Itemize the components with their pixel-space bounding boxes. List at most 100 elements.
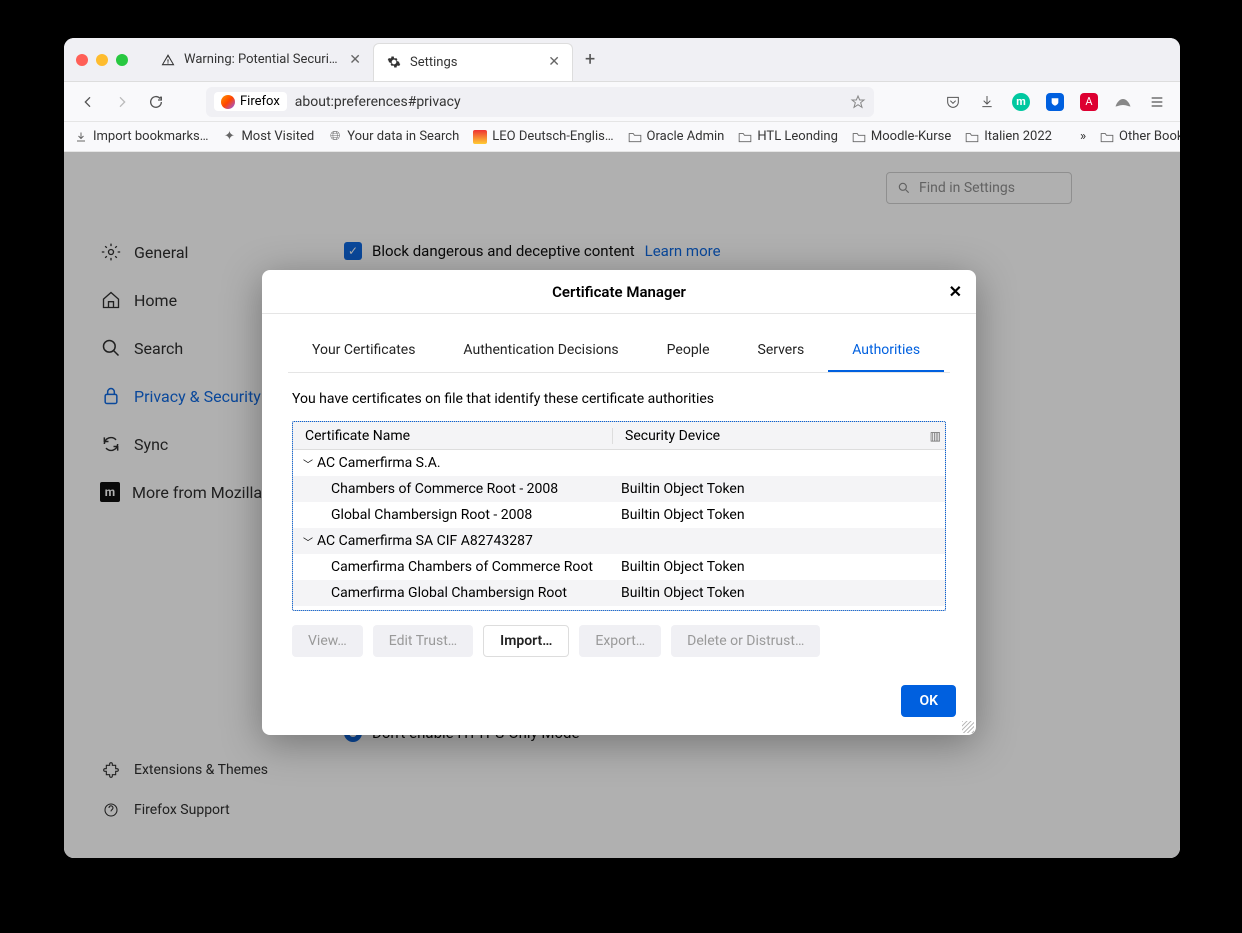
cert-group-row[interactable]: ﹀AC Camerfirma S.A. [293,450,945,476]
delete-button[interactable]: Delete or Distrust… [671,625,820,657]
bookmark-label: Your data in Search [347,129,459,144]
firefox-badge: Firefox [214,92,287,111]
chevron-down-icon[interactable]: ﹀ [301,534,315,549]
tab-settings[interactable]: Settings ✕ [373,43,573,81]
cert-device: Builtin Object Token [621,585,745,601]
bookmark-label: Other Bookmarks [1119,129,1180,144]
bookmark-import[interactable]: Import bookmarks… [74,129,208,144]
chevron-down-icon[interactable]: ﹀ [301,456,315,471]
chevron-right-icon: » [1080,129,1086,144]
dialog-body: You have certificates on file that ident… [262,373,976,669]
extension-icon[interactable] [1110,89,1136,115]
dialog-footer: OK [262,669,976,735]
column-header-name[interactable]: Certificate Name [293,428,613,444]
badge-label: Firefox [240,94,280,109]
back-button[interactable] [74,88,102,116]
minimize-window-button[interactable] [96,54,108,66]
pocket-icon[interactable] [940,89,966,115]
dialog-tabs: Your Certificates Authentication Decisio… [288,330,950,373]
toolbar-icons: m A [940,89,1170,115]
url-text: about:preferences#privacy [295,94,461,110]
resize-handle-icon[interactable] [962,721,974,733]
globe-icon: 🌐︎ [328,130,342,144]
bookmark-oracle[interactable]: Oracle Admin [628,129,725,144]
extension-angular-icon[interactable]: A [1076,89,1102,115]
bookmark-label: HTL Leonding [757,129,838,144]
titlebar: Warning: Potential Security Risk ✕ Setti… [64,38,1180,82]
cert-row[interactable]: Camerfirma Global Chambersign Root Built… [293,580,945,606]
new-tab-button[interactable]: + [573,49,607,70]
folder-icon [1100,130,1114,144]
bookmarks-bar: Import bookmarks… ✦Most Visited 🌐︎ Your d… [64,122,1180,152]
account-icon[interactable]: m [1008,89,1034,115]
view-button[interactable]: View… [292,625,363,657]
bookmark-label: Oracle Admin [647,129,725,144]
navigation-bar: Firefox about:preferences#privacy m A [64,82,1180,122]
close-tab-icon[interactable]: ✕ [548,54,560,70]
extension-bitwarden-icon[interactable] [1042,89,1068,115]
tab-your-certs[interactable]: Your Certificates [288,330,439,372]
tab-strip: Warning: Potential Security Risk ✕ Setti… [148,38,607,81]
reload-button[interactable] [142,88,170,116]
export-button[interactable]: Export… [579,625,661,657]
column-picker-icon[interactable]: ▥ [930,429,941,443]
forward-button[interactable] [108,88,136,116]
tab-label: Settings [410,55,540,70]
dialog-header: Certificate Manager ✕ [262,270,976,314]
bookmark-star-icon[interactable] [850,94,866,110]
maximize-window-button[interactable] [116,54,128,66]
dialog-description: You have certificates on file that ident… [292,391,946,407]
close-window-button[interactable] [76,54,88,66]
column-header-device[interactable]: Security Device [613,428,945,444]
folder-icon [628,130,642,144]
close-dialog-button[interactable]: ✕ [949,282,962,301]
tab-label: Warning: Potential Security Risk [184,52,341,67]
bookmark-leo[interactable]: LEO Deutsch-Englis… [473,129,613,144]
cert-name: AC Camerfirma SA CIF A82743287 [317,533,533,549]
folder-icon [852,130,866,144]
bookmark-label: LEO Deutsch-Englis… [492,129,613,144]
cert-name: Chambers of Commerce Root - 2008 [331,481,558,497]
bookmark-htl[interactable]: HTL Leonding [738,129,838,144]
browser-window: Warning: Potential Security Risk ✕ Setti… [64,38,1180,858]
cert-name: Global Chambersign Root - 2008 [331,507,532,523]
bookmark-most-visited[interactable]: ✦Most Visited [222,129,314,144]
table-body[interactable]: ﹀AC Camerfirma S.A. Chambers of Commerce… [293,450,945,610]
tab-authorities[interactable]: Authorities [828,330,944,372]
content-area: Find in Settings General Home Search P [64,152,1180,858]
edit-trust-button[interactable]: Edit Trust… [373,625,473,657]
download-icon[interactable] [974,89,1000,115]
folder-icon [965,130,979,144]
bookmark-moodle[interactable]: Moodle-Kurse [852,129,951,144]
bookmark-label: Italien 2022 [984,129,1052,144]
bookmark-label: Import bookmarks… [93,129,208,144]
bookmark-your-data[interactable]: 🌐︎ Your data in Search [328,129,459,144]
import-button[interactable]: Import… [483,625,569,657]
cert-name: AC Camerfirma S.A. [317,455,441,471]
cert-row[interactable]: Camerfirma Chambers of Commerce Root Bui… [293,554,945,580]
cert-name: Camerfirma Chambers of Commerce Root [331,559,593,575]
cert-row[interactable]: Global Chambersign Root - 2008 Builtin O… [293,502,945,528]
bookmarks-overflow[interactable]: » [1080,129,1086,144]
table-header: Certificate Name Security Device ▥ [293,422,945,450]
cert-group-row[interactable]: ﹀AC Camerfirma SA CIF A82743287 [293,528,945,554]
tab-servers[interactable]: Servers [734,330,829,372]
certificate-manager-dialog: Certificate Manager ✕ Your Certificates … [262,270,976,735]
warning-icon [160,52,176,68]
folder-icon [738,130,752,144]
cert-device: Builtin Object Token [621,559,745,575]
ok-button[interactable]: OK [901,685,956,717]
url-bar[interactable]: Firefox about:preferences#privacy [206,87,874,117]
tab-auth-decisions[interactable]: Authentication Decisions [439,330,642,372]
tab-warning[interactable]: Warning: Potential Security Risk ✕ [148,41,373,79]
bookmark-italien[interactable]: Italien 2022 [965,129,1052,144]
tab-people[interactable]: People [643,330,734,372]
close-tab-icon[interactable]: ✕ [349,52,361,68]
certificate-table: Certificate Name Security Device ▥ ﹀AC C… [292,421,946,611]
import-icon [74,130,88,144]
bookmark-label: Most Visited [241,129,314,144]
dialog-actions: View… Edit Trust… Import… Export… Delete… [292,611,946,657]
other-bookmarks[interactable]: Other Bookmarks [1100,129,1180,144]
menu-button[interactable] [1144,89,1170,115]
cert-row[interactable]: Chambers of Commerce Root - 2008 Builtin… [293,476,945,502]
